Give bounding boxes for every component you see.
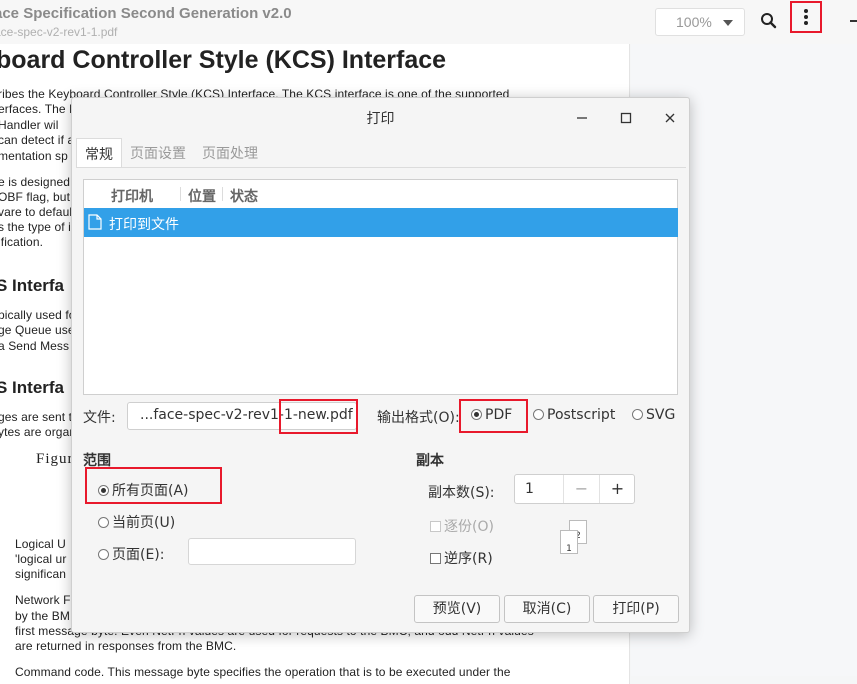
doc-text-line: vare to defaul: [0, 205, 73, 219]
doc-text-line: significan: [15, 567, 67, 581]
copies-section-title: 副本: [416, 453, 444, 469]
maximize-button[interactable]: [614, 106, 638, 130]
document-title: ace Specification Second Generation v2.0: [0, 5, 292, 22]
minimize-button[interactable]: [570, 106, 594, 130]
print-dialog: 打印 常规 页面设置 页面处理 打印机 位置 状态 打印到文件 文件: ...f…: [71, 97, 690, 633]
range-pages-radio[interactable]: 页面(E):: [98, 544, 165, 564]
document-heading: board Controller Style (KCS) Interface: [0, 46, 447, 74]
range-current-label: 当前页(U): [112, 515, 176, 531]
range-current-radio[interactable]: 当前页(U): [98, 512, 175, 532]
doc-text-line: by the BM: [15, 609, 70, 623]
search-icon: [761, 13, 777, 29]
range-pages-label: 页面(E):: [112, 547, 165, 563]
output-format-label: 输出格式(O):: [377, 410, 460, 426]
more-vertical-icon: [804, 9, 808, 13]
close-icon: [665, 113, 675, 123]
doc-text-line: Handler wil: [0, 118, 59, 132]
increment-button[interactable]: +: [599, 475, 635, 503]
viewer-header: ace Specification Second Generation v2.0…: [0, 0, 857, 44]
column-header-status[interactable]: 状态: [230, 186, 258, 206]
doc-text-line: Command code. This message byte specifie…: [15, 665, 511, 679]
doc-text-line: pically used fo: [0, 308, 76, 322]
doc-text-line: a Send Mess: [0, 339, 70, 353]
zoom-value: 100%: [676, 14, 712, 30]
doc-text-line: s the type of i: [0, 220, 71, 234]
copies-value[interactable]: 1: [525, 481, 534, 497]
doc-text-line: are returned in responses from the BMC.: [15, 639, 237, 653]
highlight-box: [85, 467, 222, 504]
printer-row-selected[interactable]: 打印到文件: [84, 208, 678, 237]
dialog-title: 打印: [366, 111, 395, 127]
collate-checkbox[interactable]: 逐份(O): [430, 516, 494, 536]
highlight-box: [459, 399, 528, 433]
printer-name: 打印到文件: [109, 217, 179, 233]
decrement-button[interactable]: −: [563, 475, 599, 503]
doc-text-line: can detect if a: [0, 133, 75, 147]
collate-label: 逐份(O): [444, 519, 494, 535]
highlight-box: [279, 399, 358, 434]
copies-stepper: 1 − +: [514, 474, 635, 504]
checkbox-icon: [430, 521, 441, 532]
search-button[interactable]: [758, 10, 780, 32]
cancel-button[interactable]: 取消(C): [504, 595, 590, 623]
printer-list[interactable]: 打印机 位置 状态 打印到文件: [83, 179, 678, 395]
doc-text-line: ges are sent t: [0, 410, 73, 424]
preview-button[interactable]: 预览(V): [414, 595, 500, 623]
tab-general[interactable]: 常规: [76, 138, 122, 168]
doc-text-line: OBF flag, but: [0, 190, 70, 204]
document-filename: ace-spec-v2-rev1-1.pdf: [0, 25, 118, 39]
tab-page-setup[interactable]: 页面设置: [122, 138, 194, 168]
page-range-input[interactable]: [188, 538, 356, 565]
format-svg-label: SVG: [646, 407, 676, 423]
more-menu-button[interactable]: [790, 1, 822, 33]
doc-subheading: S Interfa: [0, 378, 65, 397]
doc-text-line: ification.: [0, 235, 44, 249]
doc-text-line: ytes are organ: [0, 425, 77, 439]
doc-text-line: Network F: [15, 593, 71, 607]
checkbox-icon: [430, 553, 441, 564]
column-header-location[interactable]: 位置: [188, 186, 216, 206]
format-postscript-radio[interactable]: Postscript: [533, 407, 615, 423]
radio-unchecked-icon: [533, 409, 544, 420]
doc-text-line: ge Queue use: [0, 323, 75, 337]
minimize-icon: [577, 117, 587, 119]
chevron-down-icon: [723, 20, 733, 26]
printer-list-header: 打印机 位置 状态: [84, 180, 677, 208]
format-svg-radio[interactable]: SVG: [632, 407, 675, 423]
doc-text-line: e is designed: [0, 175, 71, 189]
tab-bar: 常规 页面设置 页面处理: [76, 138, 266, 168]
close-button[interactable]: [658, 106, 682, 130]
doc-text-line: Logical U: [15, 537, 66, 551]
maximize-icon: [620, 112, 632, 124]
doc-subheading: S Interfa: [0, 276, 65, 295]
collate-preview-icon: 2 1: [558, 518, 592, 558]
radio-unchecked-icon: [98, 517, 109, 528]
file-label: 文件:: [83, 410, 116, 426]
doc-text-line: erfaces. The K: [0, 102, 78, 116]
radio-unchecked-icon: [98, 549, 109, 560]
doc-text-line: 'logical ur: [15, 552, 67, 566]
column-header-printer[interactable]: 打印机: [111, 186, 153, 206]
doc-text-line: mentation sp: [0, 149, 68, 163]
reverse-label: 逆序(R): [444, 551, 493, 567]
zoom-select[interactable]: 100%: [655, 8, 745, 36]
reverse-checkbox[interactable]: 逆序(R): [430, 548, 493, 568]
radio-unchecked-icon: [632, 409, 643, 420]
zoom-out-icon[interactable]: [850, 20, 857, 22]
copies-label: 副本数(S):: [428, 485, 495, 501]
tab-page-handling[interactable]: 页面处理: [194, 138, 266, 168]
format-postscript-label: Postscript: [547, 407, 616, 423]
print-button[interactable]: 打印(P): [593, 595, 679, 623]
file-icon: [88, 214, 102, 230]
figure-caption: Figur: [36, 451, 74, 467]
